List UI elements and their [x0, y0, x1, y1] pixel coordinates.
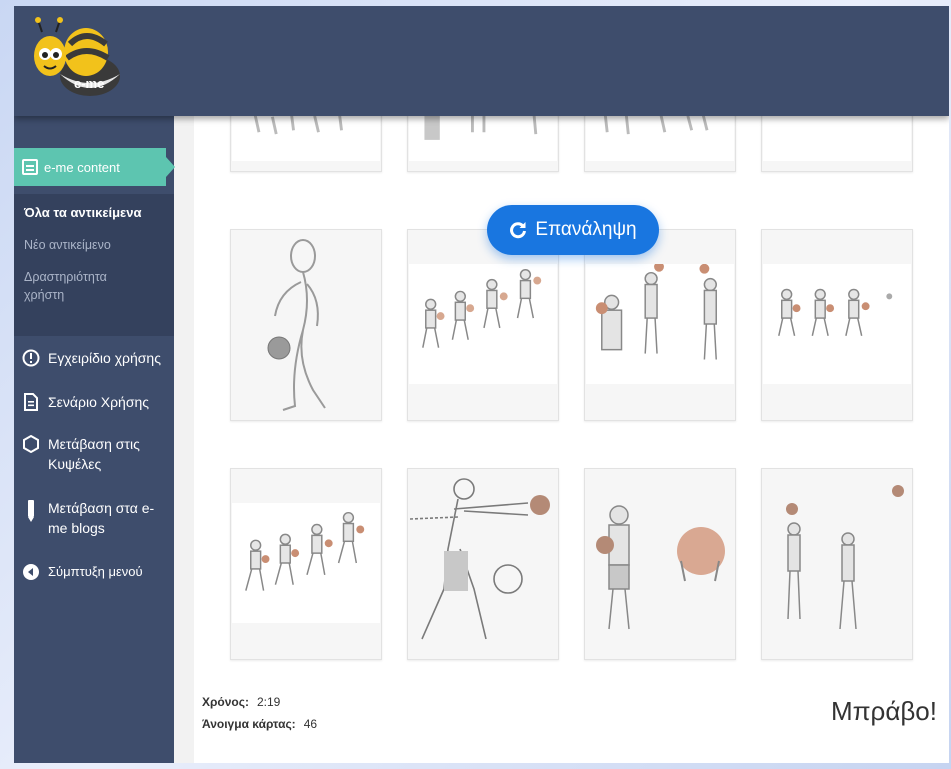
- sidebar-item-label: e-me content: [44, 159, 120, 175]
- menu-item-label: Σενάριο Χρήσης: [48, 394, 150, 410]
- menu-item-label: Εγχειρίδιο χρήσης: [48, 350, 161, 366]
- flips-label: Άνοιγμα κάρτας:: [202, 717, 296, 731]
- refresh-icon: [510, 222, 527, 239]
- memory-card[interactable]: [584, 229, 736, 421]
- menu-item-label: Μετάβαση στις Κυψέλες: [48, 436, 140, 472]
- time-stat: Χρόνος: 2:19: [202, 691, 317, 713]
- sub-item-new-object[interactable]: Νέο αντικείμενο: [24, 236, 111, 254]
- game-stats: Χρόνος: 2:19 Άνοιγμα κάρτας: 46: [202, 691, 317, 735]
- memory-card[interactable]: [761, 112, 913, 172]
- menu-item-label: Μετάβαση στα e-me blogs: [48, 500, 155, 536]
- memory-card[interactable]: [584, 112, 736, 172]
- time-value: 2:19: [257, 695, 281, 709]
- sidebar: e-me content Όλα τα αντικείμενα Νέο αντι…: [14, 116, 175, 763]
- document-icon: [24, 393, 38, 411]
- memory-card[interactable]: [761, 229, 913, 421]
- memory-card[interactable]: [230, 468, 382, 660]
- menu-item-usage-scenario[interactable]: Σενάριο Χρήσης: [22, 392, 172, 412]
- replay-button[interactable]: Επανάληψη: [487, 205, 659, 255]
- app-window: e-me e-me content Όλα τα αντικείμενα Νέο…: [14, 6, 949, 763]
- collapse-left-icon: [23, 564, 39, 580]
- menu-item-label: Σύμπτυξη μενού: [48, 564, 143, 579]
- flips-stat: Άνοιγμα κάρτας: 46: [202, 713, 317, 735]
- sidebar-subpanel: Όλα τα αντικείμενα Νέο αντικείμενο Δραστ…: [14, 194, 174, 336]
- menu-item-user-manual[interactable]: Εγχειρίδιο χρήσης: [22, 348, 172, 368]
- memory-card[interactable]: [230, 229, 382, 421]
- sidebar-item-e-me-content[interactable]: e-me content: [14, 148, 175, 186]
- memory-card[interactable]: [230, 112, 382, 172]
- memory-card[interactable]: [584, 468, 736, 660]
- menu-item-go-to-hives[interactable]: Μετάβαση στις Κυψέλες: [22, 434, 162, 474]
- pen-icon: [28, 500, 34, 522]
- memory-card[interactable]: [407, 112, 559, 172]
- hexagon-icon: [23, 435, 39, 453]
- sub-item-user-activity[interactable]: Δραστηριότητα χρήστη: [24, 268, 144, 304]
- flips-value: 46: [303, 717, 318, 731]
- time-label: Χρόνος:: [202, 695, 249, 709]
- table-icon: [22, 159, 38, 175]
- sub-item-all-objects[interactable]: Όλα τα αντικείμενα: [24, 204, 141, 222]
- e-me-logo[interactable]: e-me: [20, 14, 132, 104]
- memory-card[interactable]: [407, 229, 559, 421]
- logo-text: e-me: [74, 76, 105, 91]
- top-header-bar: e-me: [14, 6, 949, 116]
- menu-item-collapse-menu[interactable]: Σύμπτυξη μενού: [22, 562, 172, 582]
- memory-card[interactable]: [761, 468, 913, 660]
- memory-card[interactable]: [407, 468, 559, 660]
- replay-label: Επανάληψη: [535, 219, 637, 240]
- menu-item-go-to-blogs[interactable]: Μετάβαση στα e-me blogs: [22, 498, 162, 538]
- info-circle-icon: [22, 349, 40, 367]
- result-message: Μπράβο!: [830, 696, 937, 726]
